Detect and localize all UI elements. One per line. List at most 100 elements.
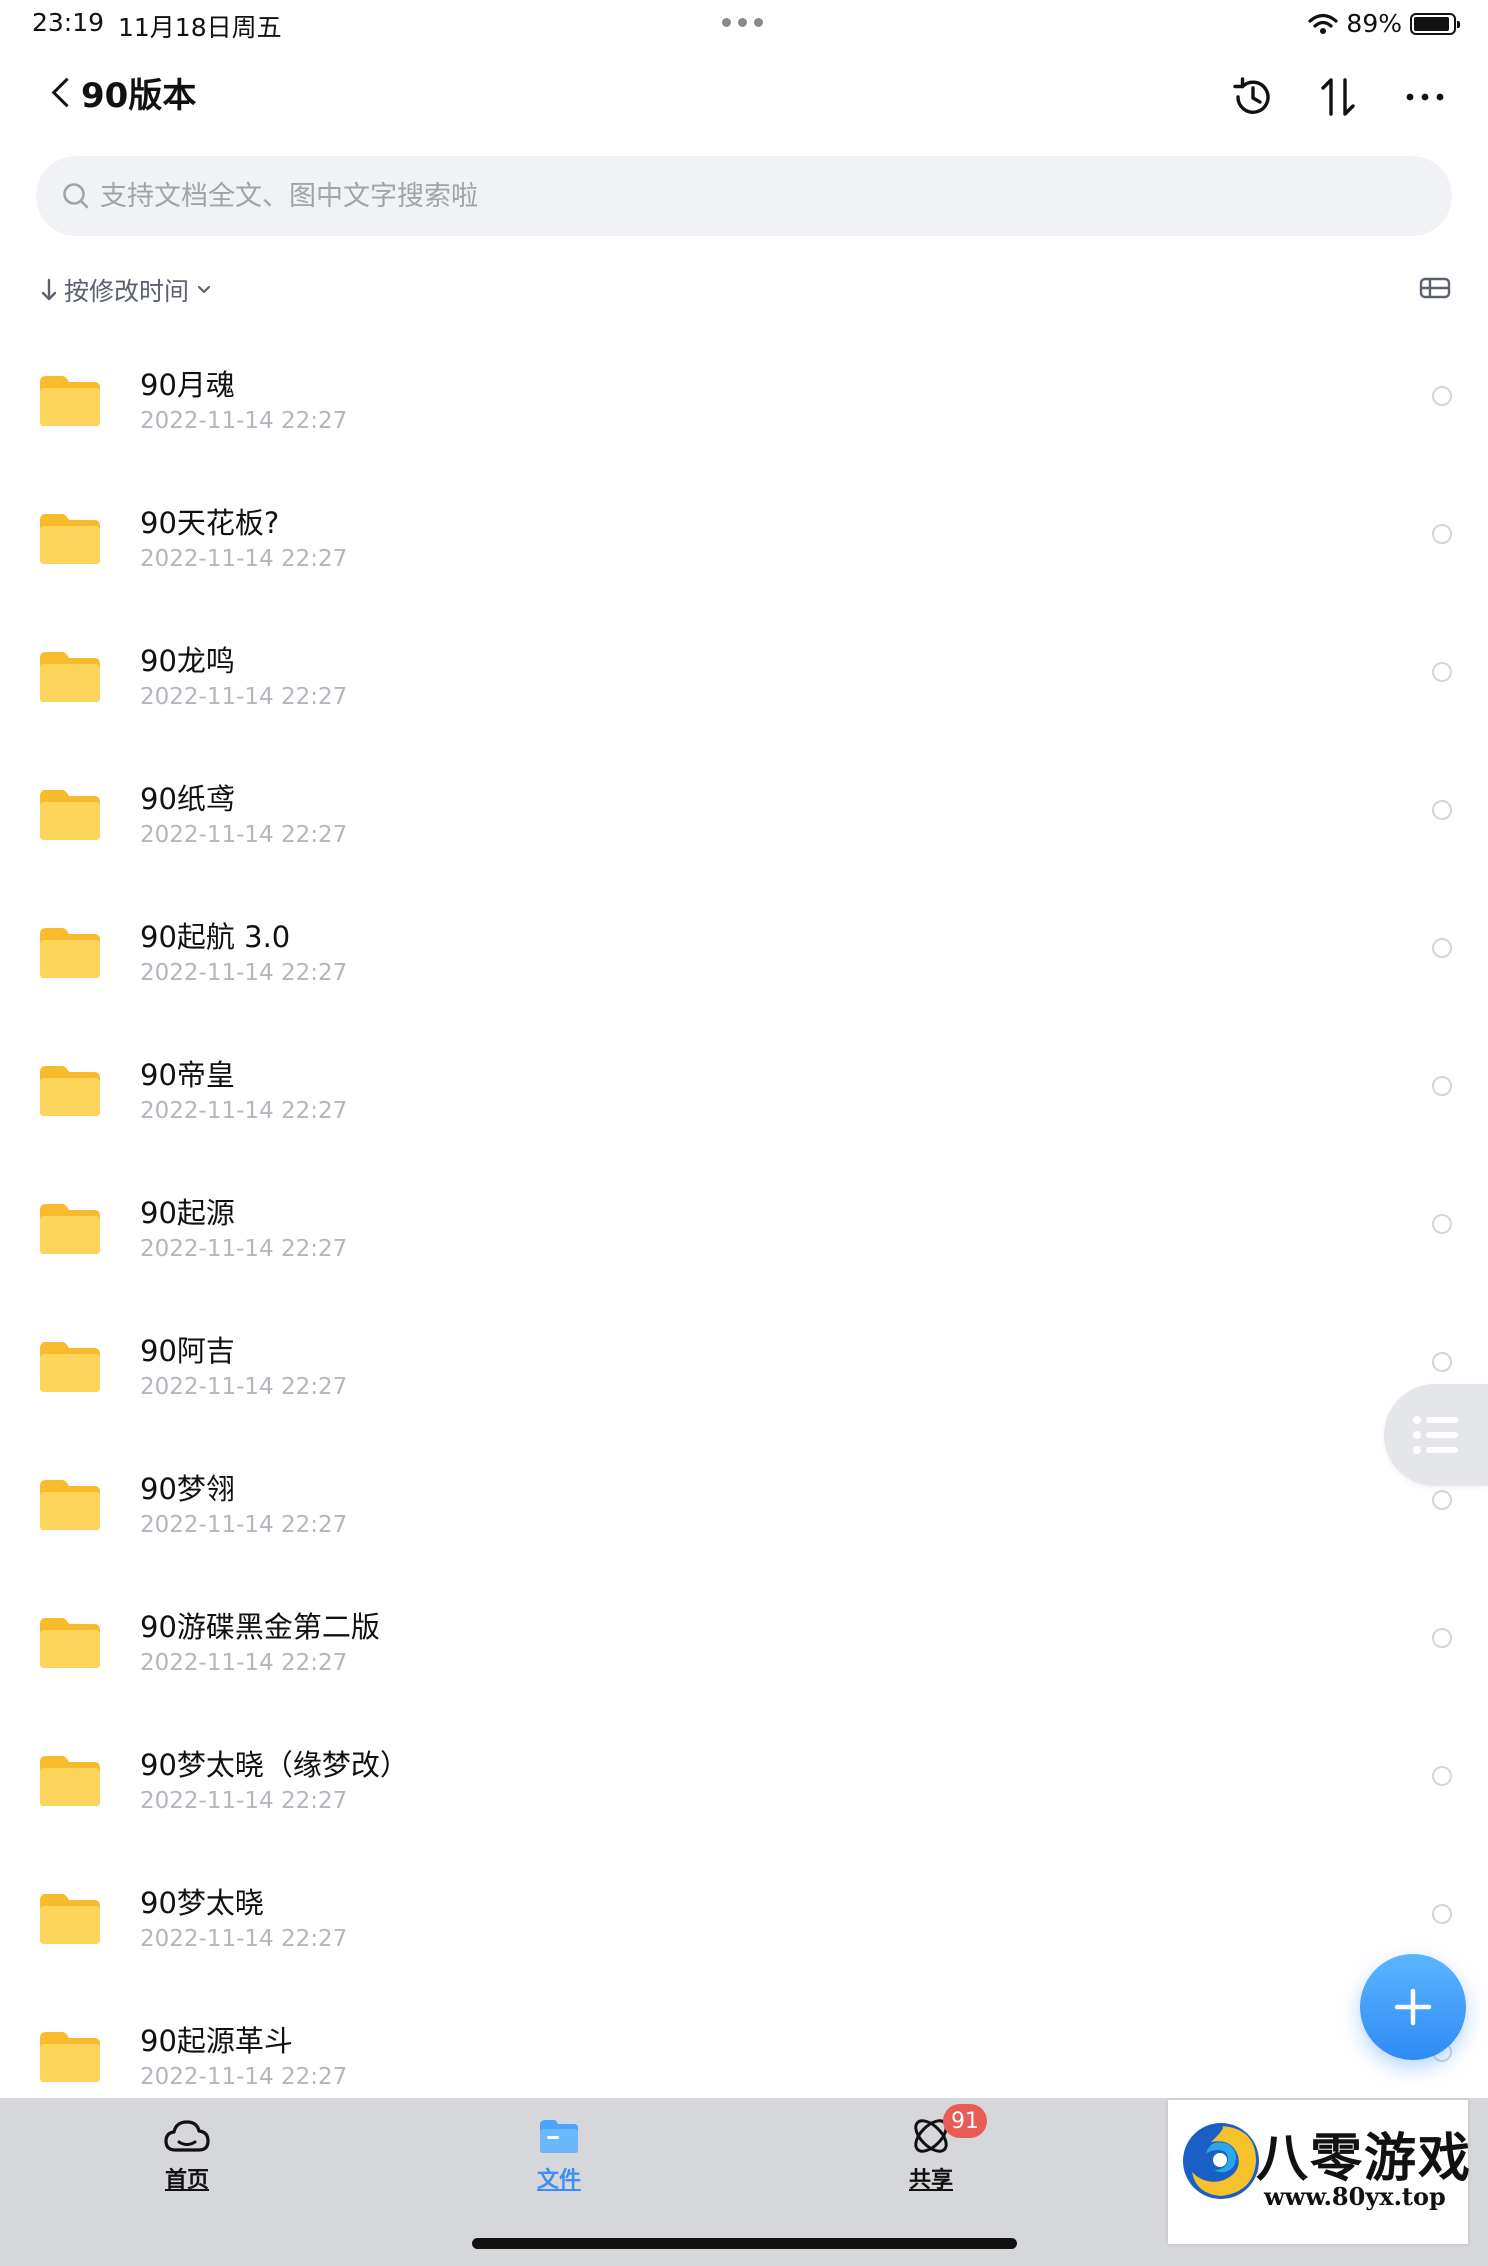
select-radio[interactable] [1432,1076,1452,1096]
select-radio[interactable] [1432,1214,1452,1234]
file-row-11[interactable]: 90梦太晓 2022-11-14 22:27 [0,1858,1488,1996]
select-radio[interactable] [1432,800,1452,820]
file-row-3[interactable]: 90纸鸢 2022-11-14 22:27 [0,754,1488,892]
select-radio[interactable] [1432,524,1452,544]
tab-label: 文件 [536,2168,581,2193]
sort-order-button[interactable] [1316,74,1362,120]
arrow-down-icon [41,278,57,301]
history-button[interactable] [1230,74,1276,120]
sort-by-modified-button[interactable]: 按修改时间 [40,272,213,308]
file-name: 90月魂 [140,368,235,402]
sort-row: 按修改时间 [36,270,1452,310]
select-radio[interactable] [1432,662,1452,682]
file-name: 90起源 [140,1196,235,1230]
file-modified-time: 2022-11-14 22:27 [140,1788,348,1814]
folder-icon [40,1756,100,1806]
file-name: 90起源革斗 [140,2024,293,2058]
select-radio[interactable] [1432,1352,1452,1372]
folder-icon [40,1342,100,1392]
folder-icon [40,1618,100,1668]
plus-icon [1394,1988,1432,2026]
list-view-icon [1419,277,1451,299]
file-name: 90游碟黑金第二版 [140,1610,380,1644]
page-title: 90版本 [81,76,197,116]
tab-home[interactable]: 首页 [127,2114,247,2194]
file-name: 90起航 3.0 [140,920,291,954]
wifi-icon [1308,13,1339,34]
folder-icon [40,1204,100,1254]
file-row-1[interactable]: 90天花板? 2022-11-14 22:27 [0,478,1488,616]
file-name: 90梦太晓 [140,1886,264,1920]
status-date: 11月18日周五 [118,13,282,42]
folder-icon [40,1480,100,1530]
view-mode-toggle[interactable] [1418,274,1452,302]
sort-label: 按修改时间 [64,277,190,306]
file-modified-time: 2022-11-14 22:27 [140,1512,348,1538]
file-name: 90龙鸣 [140,644,235,678]
select-radio[interactable] [1432,938,1452,958]
folder-icon [40,2032,100,2082]
file-row-10[interactable]: 90梦太晓（缘梦改） 2022-11-14 22:27 [0,1720,1488,1858]
tab-label: 首页 [164,2168,209,2193]
file-name: 90梦翎 [140,1472,235,1506]
search-input[interactable] [98,179,1402,213]
file-row-7[interactable]: 90阿吉 2022-11-14 22:27 [0,1306,1488,1444]
sort-arrows-icon [1321,78,1355,116]
file-name: 90梦太晓（缘梦改） [140,1748,409,1782]
add-button[interactable] [1360,1954,1466,2060]
home-indicator [472,2238,1017,2249]
swirl-logo-icon [1183,2123,1259,2199]
select-radio[interactable] [1432,1628,1452,1648]
folder-icon [40,790,100,840]
chevron-down-icon [197,285,211,294]
file-modified-time: 2022-11-14 22:27 [140,2064,348,2090]
folder-icon [534,2114,584,2158]
file-modified-time: 2022-11-14 22:27 [140,1926,348,1952]
file-row-5[interactable]: 90帝皇 2022-11-14 22:27 [0,1030,1488,1168]
file-name: 90帝皇 [140,1058,235,1092]
select-radio[interactable] [1432,386,1452,406]
tab-share[interactable]: 91 共享 [871,2104,991,2194]
multitasking-dots-icon[interactable] [722,18,763,27]
select-radio[interactable] [1432,1490,1452,1510]
battery-percent: 89% [1346,9,1402,38]
file-row-9[interactable]: 90游碟黑金第二版 2022-11-14 22:27 [0,1582,1488,1720]
folder-icon [40,376,100,426]
file-modified-time: 2022-11-14 22:27 [140,684,348,710]
file-row-2[interactable]: 90龙鸣 2022-11-14 22:27 [0,616,1488,754]
file-modified-time: 2022-11-14 22:27 [140,546,348,572]
search-box[interactable] [36,156,1452,236]
file-row-8[interactable]: 90梦翎 2022-11-14 22:27 [0,1444,1488,1582]
more-dots-icon [1406,93,1444,101]
file-name: 90天花板? [140,506,280,540]
select-radio[interactable] [1432,1904,1452,1924]
select-radio[interactable] [1432,1766,1452,1786]
file-name: 90阿吉 [140,1334,235,1368]
nav-actions [1230,74,1448,120]
file-modified-time: 2022-11-14 22:27 [140,1236,348,1262]
file-modified-time: 2022-11-14 22:27 [140,960,348,986]
file-row-4[interactable]: 90起航 3.0 2022-11-14 22:27 [0,892,1488,1030]
side-menu-handle[interactable] [1384,1384,1488,1486]
watermark: 八零游戏 www.80yx.top [1168,2100,1470,2244]
file-modified-time: 2022-11-14 22:27 [140,1374,348,1400]
file-modified-time: 2022-11-14 22:27 [140,1098,348,1124]
file-row-0[interactable]: 90月魂 2022-11-14 22:27 [0,340,1488,478]
tab-label: 共享 [908,2168,953,2193]
folder-icon [40,514,100,564]
file-modified-time: 2022-11-14 22:27 [140,1650,348,1676]
status-time: 23:19 [32,8,105,37]
nav-bar: 90版本 [0,60,1488,134]
search-icon [58,178,94,214]
file-name: 90纸鸢 [140,782,235,816]
file-modified-time: 2022-11-14 22:27 [140,822,348,848]
back-button[interactable]: 90版本 [46,68,196,117]
tab-files[interactable]: 文件 [499,2114,619,2194]
file-row-6[interactable]: 90起源 2022-11-14 22:27 [0,1168,1488,1306]
more-button[interactable] [1402,74,1448,120]
file-list: 90月魂 2022-11-14 22:27 90天花板? 2022-11-14 … [0,340,1488,2134]
watermark-title: 八零游戏 [1256,2128,1473,2189]
status-indicators: 89% [1308,9,1460,38]
chevron-left-icon [51,77,82,108]
battery-icon [1410,12,1460,35]
